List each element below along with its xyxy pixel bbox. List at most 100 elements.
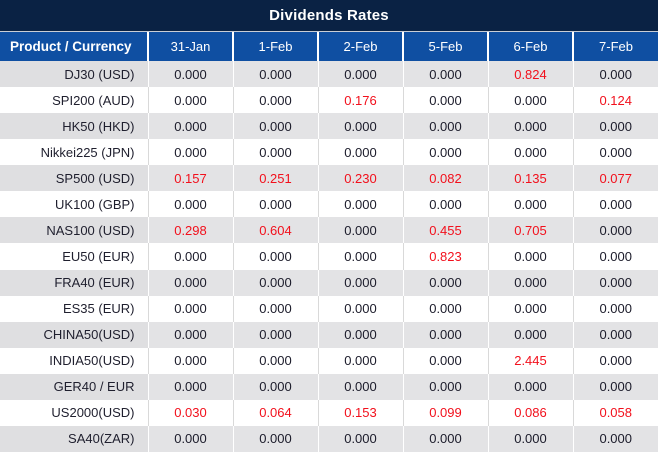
rate-value-cell: 0.064 [232,399,318,426]
rate-value-cell: 0.000 [487,87,573,114]
rate-value-cell: 0.000 [317,321,403,348]
rate-value-cell: 0.000 [317,295,403,322]
table-row: SPI200 (AUD) 0.000 0.000 0.176 0.000 0.000 0.1… [0,87,658,114]
rate-value-cell: 0.000 [147,243,233,270]
rate-value-cell: 0.000 [147,321,233,348]
rate-value-cell: 0.604 [232,217,318,244]
rate-value-cell: 0.000 [232,373,318,400]
rate-value-cell: 0.000 [147,295,233,322]
rate-value-cell: 2.445 [487,347,573,374]
table-header: Product / Currency 31-Jan 1-Feb 2-Feb 5-Feb 6… [0,32,658,61]
rate-value-cell: 0.000 [147,139,233,166]
dividends-table: Product / Currency 31-Jan 1-Feb 2-Feb 5-Feb 6… [0,32,658,452]
rate-value-cell: 0.000 [402,113,488,140]
rate-value-cell: 0.000 [402,139,488,166]
rate-value-cell: 0.176 [317,87,403,114]
rate-value-cell: 0.000 [402,87,488,114]
rate-value-cell: 0.082 [402,165,488,192]
table-row: FRA40 (EUR) 0.000 0.000 0.000 0.000 0.000 0.00… [0,269,658,296]
rate-value-cell: 0.455 [402,217,488,244]
product-cell: DJ30 (USD) [0,61,148,88]
rate-value-cell: 0.000 [402,425,488,452]
rate-value-cell: 0.000 [147,87,233,114]
rate-value-cell: 0.705 [487,217,573,244]
rate-value-cell: 0.000 [147,425,233,452]
rate-value-cell: 0.000 [232,87,318,114]
rate-value-cell: 0.000 [232,61,318,88]
product-cell: SA40(ZAR) [0,425,148,452]
date-column-header: 2-Feb [317,32,403,61]
table-body: DJ30 (USD) 0.000 0.000 0.000 0.000 0.824 0.000… [0,61,658,452]
rate-value-cell: 0.124 [572,87,658,114]
rate-value-cell: 0.000 [572,373,658,400]
rate-value-cell: 0.000 [317,191,403,218]
rate-value-cell: 0.000 [487,139,573,166]
rate-value-cell: 0.000 [232,321,318,348]
table-row: UK100 (GBP) 0.000 0.000 0.000 0.000 0.000 0.00… [0,191,658,218]
rate-value-cell: 0.153 [317,399,403,426]
rate-value-cell: 0.000 [147,191,233,218]
product-cell: ES35 (EUR) [62,301,135,317]
rate-value-cell: 0.000 [232,347,318,374]
rate-value-cell: 0.000 [487,295,573,322]
rate-value-cell: 0.000 [232,269,318,296]
rate-value-cell: 0.000 [402,373,488,400]
rate-value-cell: 0.000 [487,243,573,270]
table-row: CHINA50(USD) 0.000 0.000 0.000 0.000 0.000 0.0… [0,321,658,348]
rate-value-cell: 0.000 [232,113,318,140]
product-cell: INDIA50(USD) [49,353,135,369]
rate-value-cell: 0.000 [572,321,658,348]
rate-value-cell: 0.000 [317,425,403,452]
table-row: SA40(ZAR) 0.000 0.000 0.000 0.000 0.000 0.000 [0,425,658,452]
product-cell: NAS100 (USD) [0,217,148,244]
rate-value-cell: 0.251 [232,165,318,192]
product-cell: CHINA50(USD) [0,321,148,348]
header-row: Product / Currency 31-Jan 1-Feb 2-Feb 5-Feb 6… [0,32,658,61]
rate-value-cell: 0.099 [402,399,488,426]
rate-value-cell: 0.000 [487,191,573,218]
date-column-header: 6-Feb [487,32,573,61]
rate-value-cell: 0.000 [402,269,488,296]
rate-value-cell: 0.000 [232,295,318,322]
rate-value-cell: 0.000 [147,269,233,296]
rate-value-cell: 0.000 [402,295,488,322]
rate-value-cell: 0.086 [487,399,573,426]
rate-value-cell: 0.000 [487,321,573,348]
rate-value-cell: 0.000 [572,269,658,296]
table-row: SP500 (USD) 0.157 0.251 0.230 0.082 0.135 0.07… [0,165,658,192]
rate-value-cell: 0.077 [572,165,658,192]
rate-value-cell: 0.000 [572,61,658,88]
date-column-header: 7-Feb [572,32,658,61]
rate-value-cell: 0.157 [147,165,233,192]
rate-value-cell: 0.000 [487,425,573,452]
rate-value-cell: 0.000 [147,373,233,400]
rate-value-cell: 0.000 [232,191,318,218]
rate-value-cell: 0.000 [147,347,233,374]
rate-value-cell: 0.000 [487,373,573,400]
rate-value-cell: 0.000 [317,61,403,88]
rate-value-cell: 0.298 [147,217,233,244]
rate-value-cell: 0.000 [402,347,488,374]
rate-value-cell: 0.000 [147,61,233,88]
rate-value-cell: 0.000 [572,113,658,140]
table-row: GER40 / EUR 0.000 0.000 0.000 0.000 0.000 0.00… [0,373,658,400]
product-cell: Nikkei225 (JPN) [40,144,135,160]
table-row: DJ30 (USD) 0.000 0.000 0.000 0.000 0.824 0.000 [0,61,658,88]
product-cell: UK100 (GBP) [55,196,135,212]
rate-value-cell: 0.000 [572,217,658,244]
table-row: HK50 (HKD) 0.000 0.000 0.000 0.000 0.000 0.000 [0,113,658,140]
rate-value-cell: 0.000 [232,139,318,166]
product-cell: GER40 / EUR [0,373,148,400]
rate-value-cell: 0.000 [572,295,658,322]
rate-value-cell: 0.000 [487,269,573,296]
rate-value-cell: 0.000 [232,425,318,452]
table-row: Nikkei225 (JPN) 0.000 0.000 0.000 0.000 0.000… [0,139,658,166]
rate-value-cell: 0.030 [147,399,233,426]
product-cell: SPI200 (AUD) [52,92,135,108]
page-title: Dividends Rates [0,0,658,32]
rate-value-cell: 0.000 [317,347,403,374]
rate-value-cell: 0.135 [487,165,573,192]
date-column-header: 31-Jan [147,32,233,61]
table-row: US2000(USD) 0.030 0.064 0.153 0.099 0.086 0.05… [0,399,658,426]
rate-value-cell: 0.000 [317,217,403,244]
